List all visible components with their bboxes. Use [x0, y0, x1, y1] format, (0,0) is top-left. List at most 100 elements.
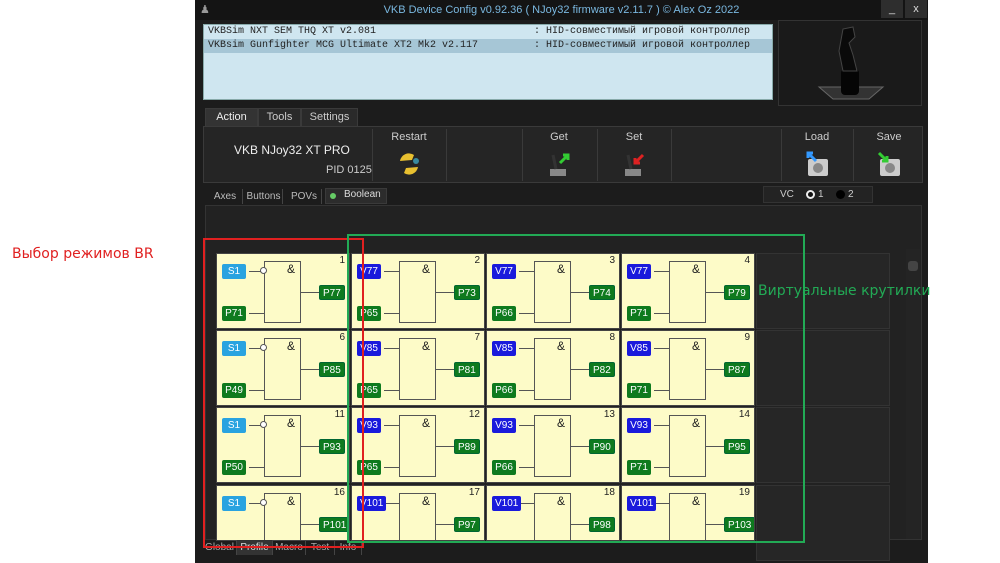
and-gate	[399, 261, 436, 323]
input-a-badge[interactable]: V77	[627, 264, 651, 279]
input-a-badge[interactable]: V85	[492, 341, 516, 356]
restart-label: Restart	[391, 131, 427, 143]
input-b-badge[interactable]: P65	[357, 460, 381, 475]
subtab-buttons[interactable]: Buttons	[245, 189, 283, 204]
output-badge[interactable]: P101	[319, 517, 349, 532]
input-b-badge[interactable]: P66	[492, 306, 516, 321]
wire	[384, 467, 399, 468]
boolean-panel: 1 & S1 P77 P71 2 & V77 P73 P65 3 & V77 P74 P66 4 & V77 P79…	[205, 205, 922, 561]
boolean-cell[interactable]: 2 & V77 P73 P65	[351, 253, 485, 329]
input-b-badge[interactable]: P71	[627, 460, 651, 475]
input-a-badge[interactable]: V77	[357, 264, 381, 279]
output-badge[interactable]: P81	[454, 362, 480, 377]
save-button[interactable]: Save	[859, 131, 919, 180]
input-b-badge[interactable]: P49	[222, 383, 246, 398]
boolean-cell[interactable]: 9 & V85 P87 P71	[621, 330, 755, 406]
cell-number: 1	[339, 255, 345, 266]
load-button[interactable]: Load	[787, 131, 847, 180]
boolean-cell[interactable]: 6 & S1 P85 P49	[216, 330, 350, 406]
scrollbar-thumb[interactable]	[908, 261, 918, 271]
input-a-badge[interactable]: V85	[627, 341, 651, 356]
output-badge[interactable]: P90	[589, 439, 615, 454]
output-badge[interactable]: P85	[319, 362, 345, 377]
input-a-badge[interactable]: S1	[222, 264, 246, 279]
output-badge[interactable]: P79	[724, 285, 750, 300]
tab-action[interactable]: Action	[205, 108, 258, 127]
input-a-badge[interactable]: V93	[357, 418, 381, 433]
tab-global[interactable]: Global	[203, 540, 237, 555]
input-a-badge[interactable]: V85	[357, 341, 381, 356]
wire	[571, 369, 589, 370]
boolean-cell[interactable]: 13 & V93 P90 P66	[486, 407, 620, 483]
tab-profile[interactable]: Profile	[237, 540, 273, 555]
gate-symbol: &	[557, 494, 566, 508]
boolean-cell[interactable]: 18 & V101 P98	[486, 485, 620, 541]
input-a-badge[interactable]: S1	[222, 496, 246, 511]
get-button[interactable]: Get	[529, 131, 589, 180]
input-a-badge[interactable]: V93	[492, 418, 516, 433]
get-icon	[550, 153, 570, 176]
output-badge[interactable]: P97	[454, 517, 480, 532]
output-badge[interactable]: P98	[589, 517, 615, 532]
input-a-badge[interactable]: V77	[492, 264, 516, 279]
boolean-cell[interactable]: 14 & V93 P95 P71	[621, 407, 755, 483]
boolean-cell[interactable]: 11 & S1 P93 P50	[216, 407, 350, 483]
output-badge[interactable]: P87	[724, 362, 750, 377]
subtab-povs[interactable]: POVs	[287, 189, 322, 204]
boolean-cell[interactable]: 8 & V85 P82 P66	[486, 330, 620, 406]
output-badge[interactable]: P77	[319, 285, 345, 300]
input-b-badge[interactable]: P66	[492, 460, 516, 475]
tab-info[interactable]: Info	[335, 540, 362, 555]
output-badge[interactable]: P82	[589, 362, 615, 377]
boolean-cell[interactable]: 19 & V101 P103	[621, 485, 755, 541]
boolean-cell[interactable]: 3 & V77 P74 P66	[486, 253, 620, 329]
output-badge[interactable]: P73	[454, 285, 480, 300]
tab-settings[interactable]: Settings	[301, 108, 358, 127]
input-a-badge[interactable]: S1	[222, 418, 246, 433]
input-a-badge[interactable]: S1	[222, 341, 246, 356]
device-list[interactable]: VKBSim NXT SEM THQ XT v2.081: HID-совмес…	[203, 24, 773, 100]
set-label: Set	[625, 131, 643, 143]
boolean-cell[interactable]: 16 & S1 P101	[216, 485, 350, 541]
input-b-badge[interactable]: P71	[222, 306, 246, 321]
vc-radio-1[interactable]	[806, 190, 815, 199]
input-a-badge[interactable]: V93	[627, 418, 651, 433]
input-b-badge[interactable]: P71	[627, 306, 651, 321]
input-b-badge[interactable]: P50	[222, 460, 246, 475]
wire	[249, 313, 264, 314]
input-b-badge[interactable]: P65	[357, 306, 381, 321]
minimize-button[interactable]: _	[881, 0, 903, 18]
boolean-cell[interactable]: 1 & S1 P77 P71	[216, 253, 350, 329]
output-badge[interactable]: P74	[589, 285, 615, 300]
tab-macro[interactable]: Macro	[273, 540, 306, 555]
boolean-cell[interactable]: 4 & V77 P79 P71	[621, 253, 755, 329]
device-row-selected[interactable]: VKBsim Gunfighter MCG Ultimate XT2 Mk2 v…	[204, 39, 772, 53]
gate-symbol: &	[557, 339, 566, 353]
subtab-boolean[interactable]: Boolean	[325, 188, 387, 204]
output-badge[interactable]: P95	[724, 439, 750, 454]
input-b-badge[interactable]: P71	[627, 383, 651, 398]
input-a-badge[interactable]: V101	[357, 496, 387, 511]
device-row[interactable]: VKBSim NXT SEM THQ XT v2.081: HID-совмес…	[204, 25, 772, 39]
inverter-icon	[260, 267, 267, 274]
tab-test[interactable]: Test	[306, 540, 335, 555]
restart-button[interactable]: Restart	[379, 131, 439, 180]
tab-tools[interactable]: Tools	[258, 108, 301, 127]
gate-symbol: &	[557, 416, 566, 430]
output-badge[interactable]: P103	[724, 517, 754, 532]
input-b-badge[interactable]: P66	[492, 383, 516, 398]
input-a-badge[interactable]: V101	[627, 496, 657, 511]
output-badge[interactable]: P93	[319, 439, 345, 454]
boolean-cell[interactable]: 17 & V101 P97	[351, 485, 485, 541]
set-button[interactable]: Set	[604, 131, 664, 180]
boolean-cell[interactable]: 12 & V93 P89 P65	[351, 407, 485, 483]
input-b-badge[interactable]: P65	[357, 383, 381, 398]
device-pid: PID 0125	[326, 164, 372, 176]
subtab-axes[interactable]: Axes	[208, 189, 243, 204]
output-badge[interactable]: P89	[454, 439, 480, 454]
close-button[interactable]: x	[905, 0, 927, 18]
input-a-badge[interactable]: V101	[492, 496, 522, 511]
boolean-cell[interactable]: 7 & V85 P81 P65	[351, 330, 485, 406]
vc-radio-2[interactable]	[836, 190, 845, 199]
and-gate	[264, 493, 301, 540]
